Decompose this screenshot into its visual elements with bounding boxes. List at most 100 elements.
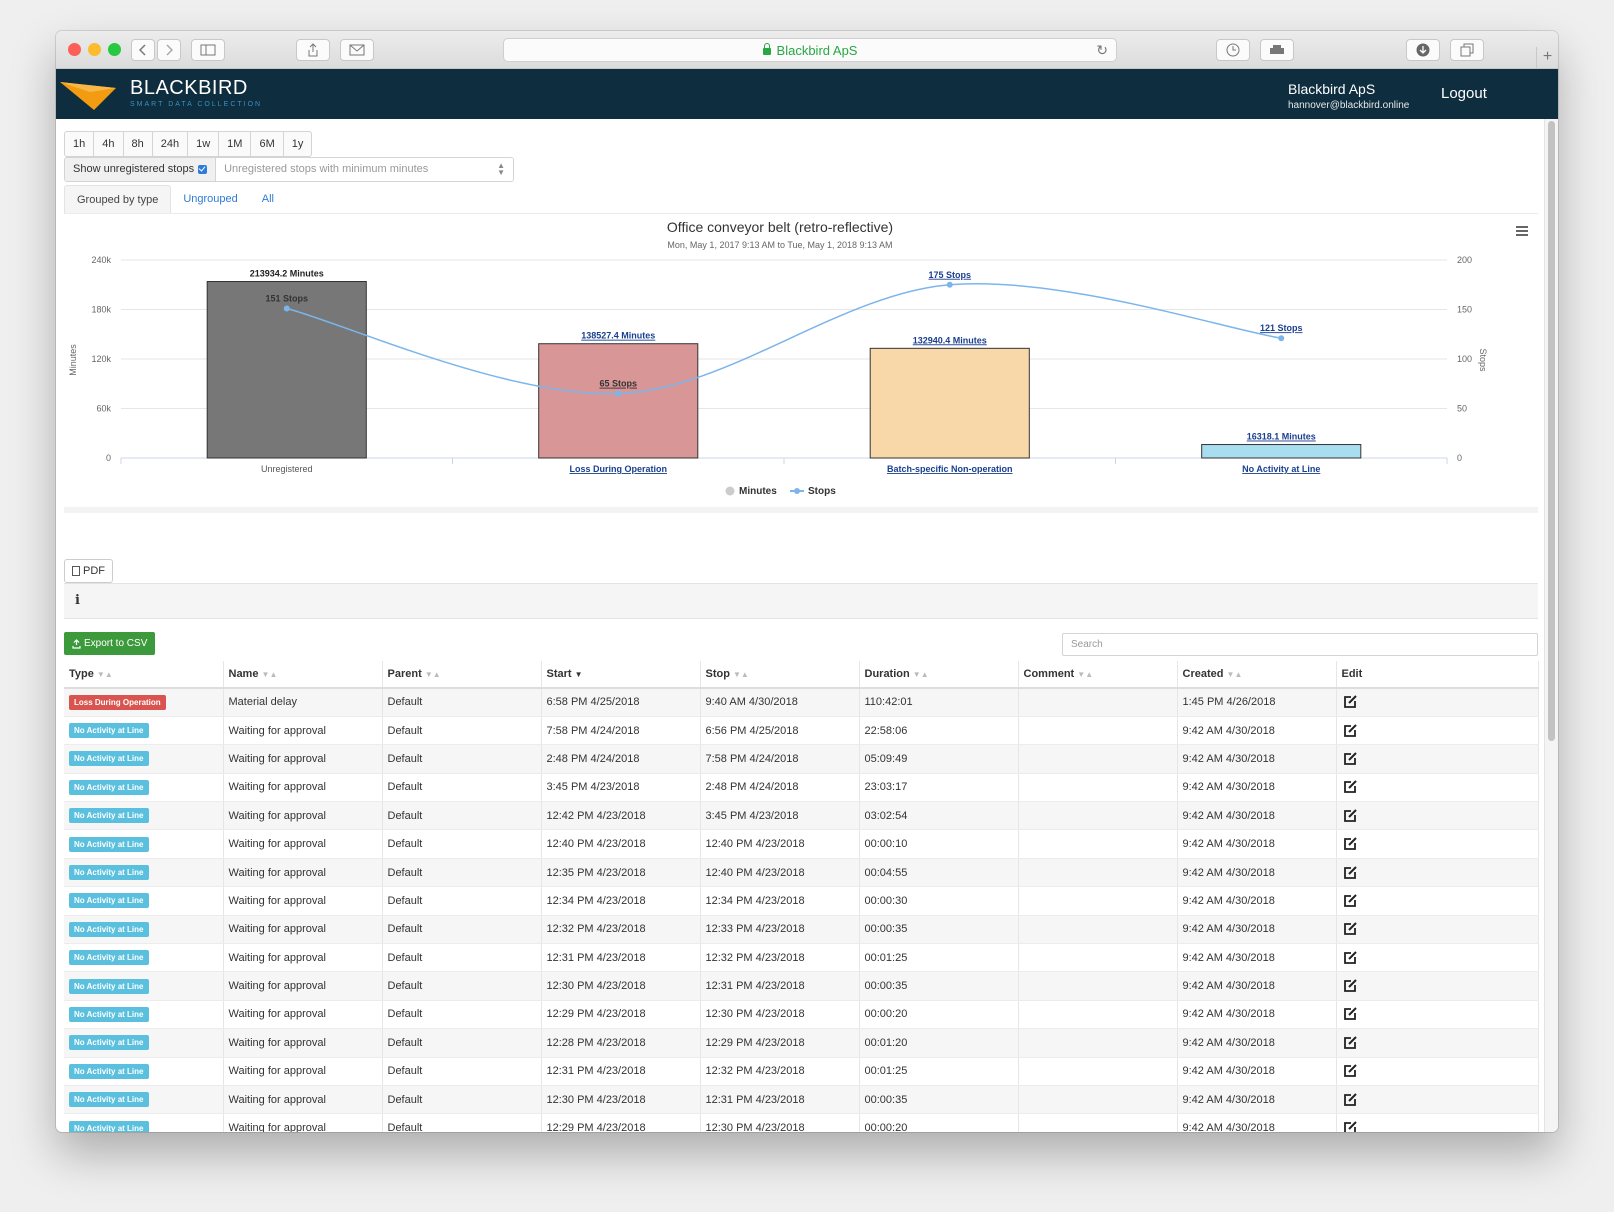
table-row[interactable]: No Activity at Line Waiting for approval D… (64, 829, 1539, 859)
print-icon[interactable] (1260, 39, 1294, 61)
close-window-button[interactable] (68, 43, 81, 56)
show-unregistered-label[interactable]: Show unregistered stops (65, 158, 217, 181)
table-row[interactable]: No Activity at Line Waiting for approval D… (64, 915, 1539, 945)
brand-name: BLACKBIRD (130, 77, 248, 99)
stops-data-label[interactable]: 65 Stops (599, 379, 637, 389)
legend-minutes[interactable]: Minutes (739, 486, 777, 497)
table-row[interactable]: No Activity at Line Waiting for approval D… (64, 858, 1539, 888)
tab-ungrouped[interactable]: Ungrouped (171, 185, 249, 213)
table-row[interactable]: No Activity at Line Waiting for approval D… (64, 801, 1539, 831)
bar[interactable] (869, 347, 1030, 459)
edit-icon[interactable] (1342, 836, 1358, 852)
cell-created: 9:42 AM 4/30/2018 (1177, 716, 1337, 746)
forward-icon[interactable] (157, 39, 181, 61)
column-header-type[interactable]: Type ▼▲ (64, 661, 224, 689)
table-row[interactable]: No Activity at Line Waiting for approval D… (64, 1028, 1539, 1058)
bar-data-label[interactable]: 138527.4 Minutes (581, 331, 655, 341)
table-row[interactable]: No Activity at Line Waiting for approval D… (64, 744, 1539, 774)
pdf-button[interactable]: PDF (64, 559, 113, 583)
edit-icon[interactable] (1342, 1092, 1358, 1108)
range-button-1h[interactable]: 1h (65, 132, 95, 156)
edit-icon[interactable] (1342, 1006, 1358, 1022)
mail-icon[interactable] (340, 39, 374, 61)
edit-icon[interactable] (1342, 1063, 1358, 1079)
bar-data-label[interactable]: 132940.4 Minutes (913, 335, 987, 345)
x-category-label[interactable]: Batch-specific Non-operation (887, 464, 1013, 474)
column-header-stop[interactable]: Stop ▼▲ (700, 661, 860, 689)
bar[interactable] (538, 343, 699, 459)
edit-icon[interactable] (1342, 1120, 1358, 1132)
minimize-window-button[interactable] (88, 43, 101, 56)
table-row[interactable]: No Activity at Line Waiting for approval D… (64, 971, 1539, 1001)
new-tab-icon[interactable]: + (1536, 47, 1558, 69)
cell-name: Waiting for approval (223, 773, 383, 803)
edit-icon[interactable] (1342, 921, 1358, 937)
range-button-4h[interactable]: 4h (94, 132, 124, 156)
stops-point[interactable] (946, 281, 953, 288)
edit-icon[interactable] (1342, 950, 1358, 966)
tab-all[interactable]: All (250, 185, 286, 213)
share-icon[interactable] (296, 39, 330, 61)
chart-menu-icon[interactable] (1516, 226, 1528, 238)
show-unregistered-checkbox[interactable] (198, 165, 208, 174)
column-header-comment[interactable]: Comment ▼▲ (1018, 661, 1178, 689)
sidebar-toggle-icon[interactable] (191, 39, 225, 61)
edit-icon[interactable] (1342, 865, 1358, 881)
reload-icon[interactable]: ↻ (1096, 42, 1108, 59)
bar-data-label[interactable]: 16318.1 Minutes (1247, 432, 1316, 442)
edit-icon[interactable] (1342, 978, 1358, 994)
zoom-window-button[interactable] (108, 43, 121, 56)
edit-icon[interactable] (1342, 751, 1358, 767)
column-header-created[interactable]: Created ▼▲ (1177, 661, 1337, 689)
tabs-overview-icon[interactable] (1450, 39, 1484, 61)
table-row[interactable]: No Activity at Line Waiting for approval D… (64, 943, 1539, 973)
bar[interactable] (1201, 444, 1362, 459)
search-input[interactable]: Search (1062, 633, 1538, 656)
address-bar[interactable]: Blackbird ApS ↻ (503, 38, 1117, 62)
x-category-label[interactable]: No Activity at Line (1242, 464, 1320, 474)
edit-icon[interactable] (1342, 893, 1358, 909)
range-button-1m[interactable]: 1M (219, 132, 252, 156)
history-icon[interactable] (1216, 39, 1250, 61)
range-button-1y[interactable]: 1y (284, 132, 312, 156)
table-row[interactable]: No Activity at Line Waiting for approval D… (64, 1000, 1539, 1030)
range-button-6m[interactable]: 6M (251, 132, 284, 156)
table-row[interactable]: No Activity at Line Waiting for approval D… (64, 1085, 1539, 1115)
table-row[interactable]: No Activity at Line Waiting for approval D… (64, 1057, 1539, 1086)
info-icon[interactable]: i (75, 593, 80, 608)
back-icon[interactable] (131, 39, 155, 61)
table-row[interactable]: No Activity at Line Waiting for approval D… (64, 1113, 1539, 1132)
column-header-start[interactable]: Start ▼ (541, 661, 701, 689)
legend-stops[interactable]: Stops (808, 486, 836, 497)
stops-data-label[interactable]: 121 Stops (1260, 323, 1303, 333)
edit-icon[interactable] (1342, 723, 1358, 739)
download-icon[interactable] (1406, 39, 1440, 61)
stops-point[interactable] (283, 305, 290, 312)
cell-parent: Default (382, 744, 542, 774)
edit-icon[interactable] (1342, 779, 1358, 795)
minimum-minutes-input[interactable]: Unregistered stops with minimum minutes … (216, 158, 513, 181)
edit-icon[interactable] (1342, 694, 1358, 710)
stops-point[interactable] (615, 390, 622, 397)
page-scrollbar[interactable] (1544, 119, 1558, 1132)
stops-point[interactable] (1278, 335, 1285, 342)
scrollbar-thumb[interactable] (1548, 121, 1555, 741)
column-header-parent[interactable]: Parent ▼▲ (382, 661, 542, 689)
edit-icon[interactable] (1342, 808, 1358, 824)
range-button-8h[interactable]: 8h (124, 132, 153, 156)
column-header-name[interactable]: Name ▼▲ (223, 661, 383, 689)
range-button-1w[interactable]: 1w (188, 132, 220, 156)
export-csv-button[interactable]: Export to CSV (64, 632, 156, 655)
table-row[interactable]: No Activity at Line Waiting for approval D… (64, 773, 1539, 803)
column-header-duration[interactable]: Duration ▼▲ (859, 661, 1019, 689)
logout-link[interactable]: Logout (1441, 85, 1487, 102)
table-row[interactable]: No Activity at Line Waiting for approval D… (64, 716, 1539, 746)
edit-icon[interactable] (1342, 1035, 1358, 1051)
range-button-24h[interactable]: 24h (153, 132, 189, 156)
tab-grouped-by-type[interactable]: Grouped by type (64, 185, 172, 213)
stepper-icon[interactable]: ▲ ▼ (497, 162, 505, 177)
table-row[interactable]: No Activity at Line Waiting for approval D… (64, 886, 1539, 916)
table-row[interactable]: Loss During Operation Material delay Defau… (64, 688, 1539, 717)
x-category-label[interactable]: Loss During Operation (569, 464, 667, 474)
stops-data-label[interactable]: 175 Stops (928, 270, 971, 280)
